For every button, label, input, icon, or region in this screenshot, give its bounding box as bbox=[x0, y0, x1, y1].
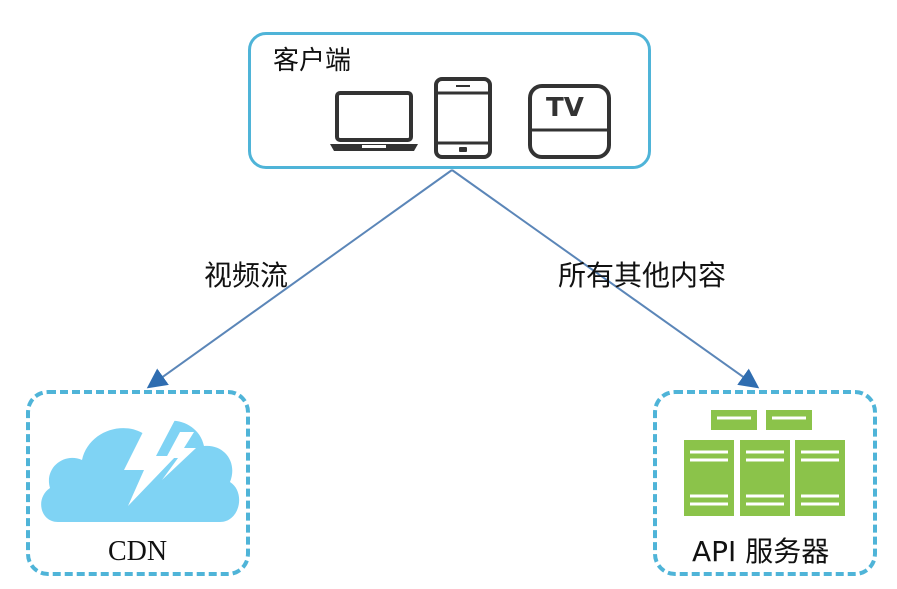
api-graphic bbox=[684, 410, 845, 516]
server-stack-icon bbox=[684, 410, 845, 516]
api-server-label: API 服务器 bbox=[692, 535, 830, 568]
